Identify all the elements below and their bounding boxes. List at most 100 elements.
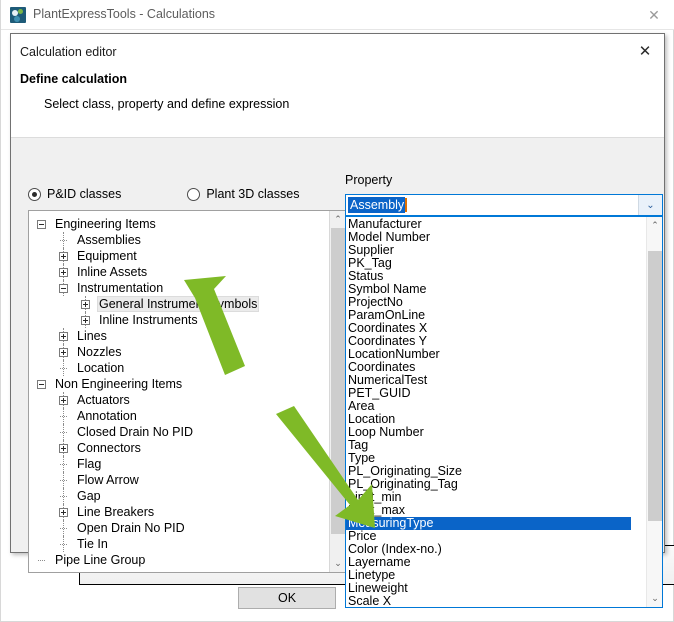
tree-item-label: Non Engineering Items (55, 377, 183, 391)
tree-item-label: Lines (77, 329, 107, 343)
property-scrollbar-thumb[interactable] (648, 251, 662, 521)
tree-item-label: Inline Instruments (99, 313, 198, 327)
expand-icon[interactable] (59, 443, 68, 453)
class-source-radio-group: P&ID classes Plant 3D classes (28, 187, 299, 201)
tree-item-label: Equipment (77, 249, 137, 263)
tree-item-label: Connectors (77, 441, 141, 455)
text-cursor (405, 198, 408, 212)
expand-icon[interactable] (59, 395, 68, 405)
tree-leaf-icon (59, 540, 68, 549)
property-dropdown-list[interactable]: Manufacturer Model Number Supplier PK_Tag St… (345, 216, 663, 608)
tree-item[interactable]: Assemblies (29, 232, 329, 248)
tree-item[interactable]: Inline Assets (29, 264, 329, 280)
tree-item[interactable]: Gap (29, 488, 329, 504)
property-scroll-down-icon[interactable]: ⌄ (647, 590, 662, 607)
tree-item[interactable]: Tie In (29, 536, 329, 552)
property-list-item[interactable]: PK_Tag (346, 257, 646, 270)
expand-icon[interactable] (59, 507, 68, 517)
property-combobox[interactable]: Assembly ⌄ (345, 194, 663, 216)
tree-item-label: Flow Arrow (77, 473, 139, 487)
tree-item[interactable]: Nozzles (29, 344, 329, 360)
collapse-icon[interactable] (37, 219, 46, 229)
property-list-item[interactable]: Lineweight (346, 582, 646, 595)
tree-item-label: Location (77, 361, 125, 375)
ok-button[interactable]: OK (238, 587, 336, 609)
tree-item[interactable]: Engineering Items (29, 216, 329, 232)
tree-leaf-icon (59, 412, 68, 421)
expand-icon[interactable] (59, 251, 68, 261)
dialog-close-icon[interactable]: ✕ (632, 40, 658, 62)
tree-item[interactable]: Line Breakers (29, 504, 329, 520)
parent-window-title: PlantExpressTools - Calculations (33, 7, 216, 21)
radio-pid-classes[interactable]: P&ID classes (28, 187, 121, 201)
tree-leaf-icon (59, 236, 68, 245)
tree-item[interactable]: Instrumentation (29, 280, 329, 296)
tree-leaf-icon (59, 476, 68, 485)
dialog-header: Calculation editor Define calculation Se… (11, 34, 664, 138)
radio-mark-icon (28, 187, 41, 201)
tree-item[interactable]: Inline Instruments (29, 312, 329, 328)
tree-item[interactable]: Open Drain No PID (29, 520, 329, 536)
tree-item-label: Tie In (77, 537, 108, 551)
tree-item[interactable]: Location (29, 360, 329, 376)
tree-item[interactable]: Actuators (29, 392, 329, 408)
property-list-item[interactable]: Loop Number (346, 426, 646, 439)
tree-item[interactable]: Equipment (29, 248, 329, 264)
tree-item[interactable]: Annotation (29, 408, 329, 424)
dialog-subtitle: Select class, property and define expres… (44, 97, 290, 111)
tree-item-label: Flag (77, 457, 102, 471)
property-list-item[interactable]: PET_GUID (346, 387, 646, 400)
property-label: Property (345, 173, 393, 187)
tree-item-label: Instrumentation (77, 281, 164, 295)
screenshot-root: PlantExpressTools - Calculations ✕ Calcu… (0, 0, 674, 622)
tree-item[interactable]: Non Engineering Items (29, 376, 329, 392)
collapse-icon[interactable] (37, 379, 46, 389)
tree-leaf-icon (59, 524, 68, 533)
expand-icon[interactable] (81, 315, 90, 325)
tree-item-label: Line Breakers (77, 505, 155, 519)
titlebar-divider (1, 29, 674, 30)
expand-icon[interactable] (81, 299, 90, 309)
property-list-item[interactable]: Scale X (346, 595, 646, 608)
radio-plant3d-classes[interactable]: Plant 3D classes (187, 187, 299, 201)
dialog-title: Calculation editor (20, 45, 117, 59)
parent-titlebar: PlantExpressTools - Calculations ✕ (1, 0, 674, 29)
expand-icon[interactable] (59, 331, 68, 341)
tree-item[interactable]: Flow Arrow (29, 472, 329, 488)
tree-item-label: Nozzles (77, 345, 122, 359)
tree-scroll-down-icon[interactable]: ⌄ (330, 555, 345, 572)
tree-item-label: Assemblies (77, 233, 141, 247)
tree-leaf-icon (59, 364, 68, 373)
tree-item[interactable]: Connectors (29, 440, 329, 456)
tree-item-label: Open Drain No PID (77, 521, 185, 535)
tree-item[interactable]: Pipe Line Group (29, 552, 329, 568)
tree-item-label: Engineering Items (55, 217, 156, 231)
property-selected-value: Assembly (348, 197, 406, 213)
tree-scrollbar-thumb[interactable] (331, 228, 345, 534)
tree-scrollbar[interactable]: ⌃ ⌄ (329, 211, 345, 572)
radio-label: P&ID classes (47, 187, 122, 201)
property-scrollbar[interactable]: ⌃ ⌄ (646, 217, 662, 607)
expand-icon[interactable] (59, 267, 68, 277)
close-icon[interactable]: ✕ (641, 5, 667, 25)
expand-icon[interactable] (59, 347, 68, 357)
tree-item-label: Annotation (77, 409, 137, 423)
tree-item[interactable]: General Instrument Symbols (29, 296, 329, 312)
collapse-icon[interactable] (59, 283, 68, 293)
class-tree[interactable]: Engineering Items Assemblies Equipment Inli… (28, 210, 346, 573)
chevron-down-icon[interactable]: ⌄ (638, 195, 662, 215)
property-list-item[interactable]: MeasuringType (346, 517, 631, 530)
tree-item-label: Actuators (77, 393, 130, 407)
tree-item[interactable]: Flag (29, 456, 329, 472)
tree-scroll-up-icon[interactable]: ⌃ (330, 211, 345, 228)
property-scroll-up-icon[interactable]: ⌃ (647, 217, 662, 234)
dialog-heading: Define calculation (20, 72, 127, 86)
tree-item[interactable]: Lines (29, 328, 329, 344)
tree-item-label: Inline Assets (77, 265, 148, 279)
tree-item-label: General Instrument Symbols (97, 296, 260, 312)
tree-item[interactable]: Closed Drain No PID (29, 424, 329, 440)
property-list-item[interactable]: Tag (346, 439, 646, 452)
app-logo-icon (10, 7, 26, 23)
tree-item-label: Gap (77, 489, 101, 503)
tree-leaf-icon (59, 428, 68, 437)
